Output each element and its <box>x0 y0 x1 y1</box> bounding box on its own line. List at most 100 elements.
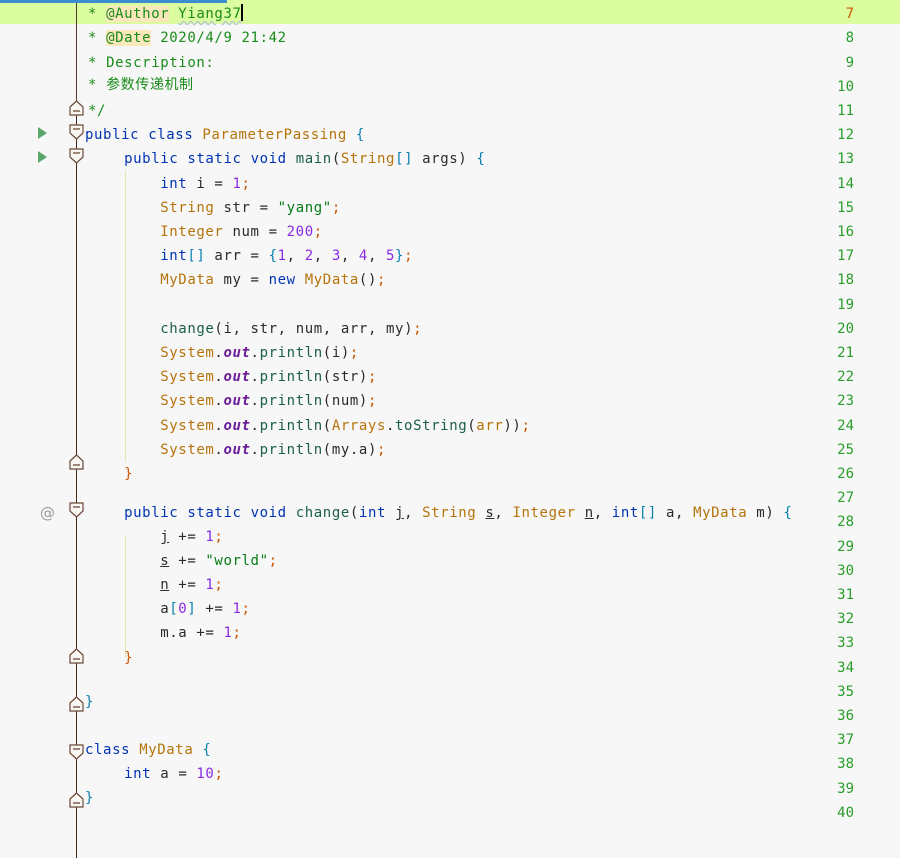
param-s: s <box>160 553 170 569</box>
text-caret <box>240 4 243 21</box>
param-n: n <box>160 577 170 593</box>
dot: . <box>250 345 260 361</box>
semicolon: ; <box>376 272 387 288</box>
code-line-17[interactable]: int[] arr = {1, 2, 3, 4, 5}; <box>88 244 413 268</box>
semicolon: ; <box>313 224 323 240</box>
operator-assign: = <box>250 272 260 288</box>
code-line-10[interactable]: * 参数传递机制 <box>88 73 194 97</box>
code-line-8[interactable]: * @Date 2020/4/9 21:42 <box>88 26 287 50</box>
number-literal: 5 <box>386 248 396 264</box>
code-line-26[interactable]: } <box>88 462 133 486</box>
code-editor[interactable]: 7 8 9 10 11 12 13 14 15 16 17 18 19 20 2… <box>0 0 900 858</box>
code-line-23[interactable]: System.out.println(num); <box>88 389 377 413</box>
code-line-16[interactable]: Integer num = 200; <box>88 220 323 244</box>
kw-class: class <box>85 742 131 758</box>
comma: , <box>404 505 414 521</box>
paren-close: ) <box>458 151 468 167</box>
number-literal: 200 <box>286 224 314 240</box>
number-literal: 4 <box>358 248 368 264</box>
brace-open: { <box>268 248 278 264</box>
code-line-34[interactable]: } <box>88 646 133 670</box>
var-str: str <box>250 321 278 337</box>
operator-plus-assign: += <box>178 577 197 593</box>
comment-asterisk: * <box>88 55 98 71</box>
number-literal: 1 <box>277 248 287 264</box>
kw-int: int <box>358 505 387 521</box>
method-println: println <box>259 345 323 361</box>
code-line-15[interactable]: String str = "yang"; <box>88 196 341 220</box>
semicolon: ; <box>214 577 224 593</box>
code-line-18[interactable]: MyData my = new MyData(); <box>88 268 386 292</box>
kw-static: static <box>187 505 242 521</box>
kw-int: int <box>160 176 188 192</box>
code-line-22[interactable]: System.out.println(str); <box>88 365 377 389</box>
number-literal: 3 <box>331 248 341 264</box>
semicolon: ; <box>349 345 359 361</box>
semicolon: ; <box>214 766 224 782</box>
operator-plus-assign: += <box>178 553 197 569</box>
comma: , <box>675 505 685 521</box>
code-text-layer[interactable]: * @Author Yiang37 * @Date 2020/4/9 21:42… <box>0 0 900 852</box>
code-line-21[interactable]: System.out.println(i); <box>88 341 359 365</box>
param-m: m <box>160 625 170 641</box>
var-str: str <box>223 200 251 216</box>
paren-open: ( <box>349 505 359 521</box>
author-value: Yiang37 <box>178 6 242 22</box>
code-line-24[interactable]: System.out.println(Arrays.toString(arr))… <box>88 414 530 438</box>
comma: , <box>367 321 377 337</box>
code-line-31[interactable]: n += 1; <box>88 573 223 597</box>
dot: . <box>250 393 260 409</box>
param-a: a <box>160 601 170 617</box>
paren-open: ( <box>322 442 332 458</box>
semicolon: ; <box>521 418 531 434</box>
code-line-30[interactable]: s += "world"; <box>88 549 278 573</box>
code-line-40[interactable]: } <box>85 786 94 810</box>
type-String: String <box>160 200 215 216</box>
brace-open: { <box>783 505 793 521</box>
param-a: a <box>665 505 676 521</box>
paren-close: ) <box>358 369 368 385</box>
semicolon: ; <box>268 553 278 569</box>
bracket-close: ] <box>187 601 197 617</box>
kw-new: new <box>268 272 296 288</box>
code-line-7[interactable]: * @Author Yiang37 <box>88 2 243 26</box>
dot: . <box>250 418 260 434</box>
field-out: out <box>223 393 251 409</box>
paren-close: ) <box>340 345 350 361</box>
method-change-call: change <box>160 321 215 337</box>
field-out: out <box>223 369 251 385</box>
field-out: out <box>223 418 251 434</box>
code-line-29[interactable]: j += 1; <box>88 525 223 549</box>
comma: , <box>322 321 332 337</box>
param-j: j <box>395 505 405 521</box>
type-System: System <box>160 442 215 458</box>
code-line-32[interactable]: a[0] += 1; <box>88 597 251 621</box>
brace-close: } <box>85 694 95 710</box>
operator-plus-assign: += <box>178 529 197 545</box>
var-i: i <box>331 345 341 361</box>
code-line-25[interactable]: System.out.println(my.a); <box>88 438 386 462</box>
horizontal-scroll-strip[interactable] <box>0 0 227 3</box>
code-line-11[interactable]: */ <box>88 99 106 123</box>
dot: . <box>250 369 260 385</box>
javadoc-tag-date: @Date <box>106 30 152 46</box>
code-line-20[interactable]: change(i, str, num, arr, my); <box>88 317 422 341</box>
kw-void: void <box>250 505 287 521</box>
code-line-38[interactable]: class MyData { <box>85 738 211 762</box>
comment-asterisk: * <box>88 77 98 93</box>
type-String: String <box>340 151 396 167</box>
code-line-9[interactable]: * Description: <box>88 51 214 75</box>
type-System: System <box>160 345 215 361</box>
method-println: println <box>259 393 323 409</box>
comma: , <box>232 321 242 337</box>
code-line-13[interactable]: public static void main(String[] args) { <box>88 147 485 171</box>
code-line-12[interactable]: public class ParameterPassing { <box>85 123 365 147</box>
field-a: a <box>178 625 188 641</box>
code-line-39[interactable]: int a = 10; <box>88 762 223 786</box>
paren-open: ( <box>322 393 332 409</box>
code-line-14[interactable]: int i = 1; <box>88 172 251 196</box>
dot: . <box>250 442 260 458</box>
code-line-28[interactable]: public static void change(int j, String … <box>88 501 792 525</box>
code-line-36[interactable]: } <box>85 690 94 714</box>
code-line-33[interactable]: m.a += 1; <box>88 621 242 645</box>
